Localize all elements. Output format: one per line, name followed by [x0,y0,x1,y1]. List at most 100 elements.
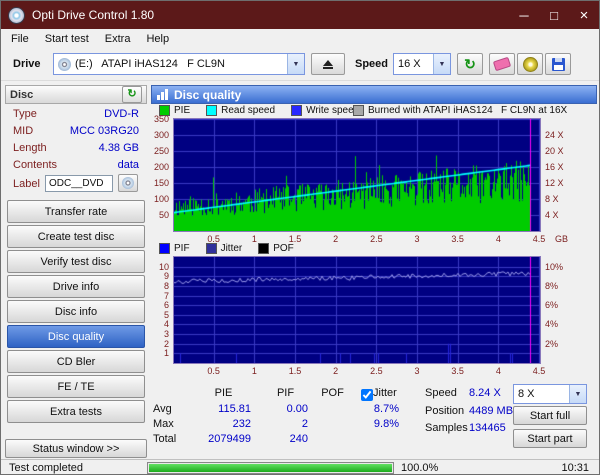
save-button[interactable] [545,53,571,75]
start-part-button[interactable]: Start part [513,429,587,448]
avg-jitter-value: 8.7% [353,403,399,415]
axis-label: 1.5 [283,366,307,376]
menu-extra[interactable]: Extra [97,31,139,47]
scan-speed-value: 8 X [514,388,535,400]
chevron-down-icon[interactable]: ▼ [433,54,450,74]
chart-icon [157,89,168,100]
eject-button[interactable] [311,53,345,75]
sidebar-item-create-test-disc[interactable]: Create test disc [7,225,145,248]
chevron-down-icon[interactable]: ▼ [569,385,586,403]
sidebar-item-disc-info[interactable]: Disc info [7,300,145,323]
erase-disc-button[interactable] [489,53,515,75]
menu-start-test[interactable]: Start test [37,31,97,47]
speed-select[interactable]: 16 X ▼ [393,53,451,75]
main-panel-header: Disc quality [151,85,597,104]
axis-label: 3 [405,366,429,376]
menu-file[interactable]: File [3,31,37,47]
samples-stat-value: 134465 [469,422,506,434]
drive-select[interactable]: (E:) ATAPI iHAS124 F CL9N ▼ [53,53,305,75]
field-length-label: Length [13,142,47,154]
progress-fill [149,464,392,472]
max-jitter-value: 9.8% [353,418,399,430]
drive-label: Drive [13,58,41,70]
axis-label: 4.5 [527,234,551,244]
row-total-label: Total [153,433,176,445]
axis-label: 1 [242,366,266,376]
axis-label: 10% [545,262,579,272]
disc-panel-header: Disc ↻ [5,85,147,104]
disc-tools-button[interactable] [517,53,543,75]
axis-label: 16 X [545,162,579,172]
burned-note: Burned with ATAPI iHAS124 F CL9N at 16X [353,105,567,116]
legend-write-speed: Write speed [291,105,359,116]
write-speed-color-swatch [291,105,302,116]
maximize-button[interactable]: □ [539,1,569,29]
disc-label-input[interactable]: ODC__DVD [45,175,113,192]
axis-label: 2% [545,339,579,349]
axis-label: 4% [545,319,579,329]
axis-label: 24 X [545,130,579,140]
total-pif-value: 240 [263,433,308,445]
row-max-label: Max [153,418,174,430]
jitter-checkbox[interactable] [361,389,373,401]
legend-read-speed: Read speed [206,105,275,116]
axis-label: 2 [324,234,348,244]
scan-speed-select[interactable]: 8 X ▼ [513,384,587,404]
axis-label: 3 [405,234,429,244]
samples-stat-label: Samples [425,422,468,434]
refresh-speed-button[interactable]: ↻ [457,53,483,75]
sidebar-item-disc-quality[interactable]: Disc quality [7,325,145,348]
app-icon [8,7,25,24]
pif-jitter-chart-canvas [173,256,541,364]
disc-label-button[interactable] [118,174,138,192]
field-mid-value: MCC 03RG20 [47,125,139,137]
legend-jitter: Jitter [206,243,243,254]
row-avg-label: Avg [153,403,172,415]
sidebar-item-fe-te[interactable]: FE / TE [7,375,145,398]
field-type-value: DVD-R [47,108,139,120]
axis-label: 8% [545,281,579,291]
sidebar-item-cd-bler[interactable]: CD Bler [7,350,145,373]
legend-pof: POF [258,243,294,254]
axis-label: 3.5 [446,234,470,244]
axis-label: 6% [545,300,579,310]
axis-label: 4 [486,366,510,376]
eject-icon [323,60,333,69]
cd-icon [58,58,71,71]
field-mid-label: MID [13,125,33,137]
disc-refresh-button[interactable]: ↻ [122,86,142,103]
titlebar[interactable]: Opti Drive Control 1.80 ─ □ × [1,1,599,29]
start-full-button[interactable]: Start full [513,406,587,425]
axis-label: 4 X [545,210,579,220]
drive-select-value: (E:) ATAPI iHAS124 F CL9N [71,58,225,70]
legend-pie: PIE [159,105,190,116]
axis-label: 20 X [545,146,579,156]
close-button[interactable]: × [569,1,599,29]
col-header-pof: POF [310,387,355,399]
axis-label: 4 [486,234,510,244]
max-pie-value: 232 [196,418,251,430]
position-stat-value: 4489 MB [469,405,513,417]
chevron-down-icon[interactable]: ▼ [287,54,304,74]
axis-label: 2 [324,366,348,376]
legend-pif: PIF [159,243,190,254]
sidebar-item-verify-test-disc[interactable]: Verify test disc [7,250,145,273]
speed-label: Speed [355,58,388,70]
sidebar-item-extra-tests[interactable]: Extra tests [7,400,145,423]
axis-label: 12 X [545,178,579,188]
sidebar-item-drive-info[interactable]: Drive info [7,275,145,298]
page-title: Disc quality [174,88,241,102]
speed-stat-label: Speed [425,387,457,399]
pif-color-swatch [159,243,170,254]
menu-help[interactable]: Help [138,31,177,47]
disc-label-value: ODC__DVD [49,178,103,189]
field-contents-value: data [47,159,139,171]
pie-chart-canvas [173,118,541,232]
save-icon [552,58,565,71]
axis-label: 150 [137,178,169,188]
window-title: Opti Drive Control 1.80 [32,8,154,22]
axis-label: 200 [137,162,169,172]
status-window-button[interactable]: Status window >> [5,439,147,458]
sidebar-item-transfer-rate[interactable]: Transfer rate [7,200,145,223]
minimize-button[interactable]: ─ [509,1,539,29]
